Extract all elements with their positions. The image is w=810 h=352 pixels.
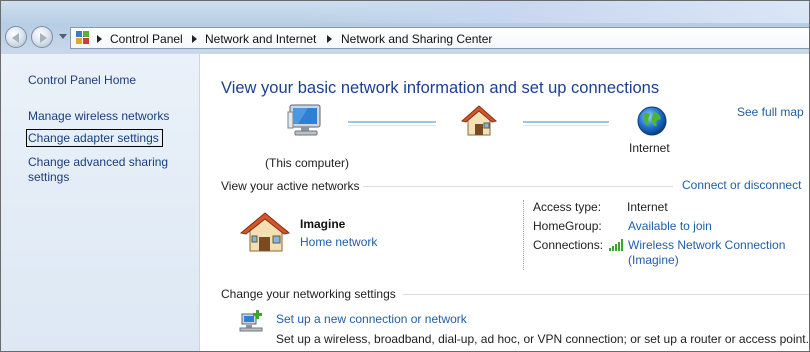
access-type-value: Internet <box>627 200 668 214</box>
recent-pages-dropdown-icon[interactable] <box>59 34 67 39</box>
setup-new-connection-link[interactable]: Set up a new connection or network <box>276 312 467 326</box>
networking-settings-heading: Change your networking settings <box>221 287 396 301</box>
internet-globe-icon[interactable] <box>636 105 668 137</box>
back-arrow-icon <box>12 33 19 43</box>
network-name: Imagine <box>300 217 346 231</box>
address-toolbar: Control Panel Network and Internet Netwo… <box>1 1 809 54</box>
breadcrumb-network-and-sharing-center[interactable]: Network and Sharing Center <box>341 32 492 46</box>
title-bar-glow <box>301 1 809 23</box>
sidebar-item-manage-wireless-networks[interactable]: Manage wireless networks <box>28 108 169 124</box>
breadcrumb-separator-icon[interactable] <box>192 35 197 43</box>
forward-arrow-icon <box>40 33 47 43</box>
sidebar-item-advanced-sharing-settings[interactable]: settings <box>28 169 69 185</box>
home-network-icon[interactable] <box>460 105 498 137</box>
forward-button[interactable] <box>31 26 53 48</box>
breadcrumb-network-and-internet[interactable]: Network and Internet <box>205 32 316 46</box>
page-title: View your basic network information and … <box>221 79 660 97</box>
control-panel-icon <box>76 31 89 44</box>
details-divider <box>523 200 524 270</box>
breadcrumb-separator-icon[interactable] <box>327 35 332 43</box>
sidebar-item-control-panel-home[interactable]: Control Panel Home <box>28 72 136 88</box>
window: Control Panel Network and Internet Netwo… <box>0 0 810 352</box>
home-network-large-icon <box>239 212 291 252</box>
active-networks-heading: View your active networks <box>221 179 360 193</box>
access-type-label: Access type: <box>533 200 602 214</box>
sidebar-item-change-adapter-settings[interactable]: Change adapter settings <box>26 129 163 147</box>
homegroup-available-link[interactable]: Available to join <box>628 219 712 233</box>
map-connection-line <box>348 121 436 126</box>
wireless-signal-icon <box>609 239 623 251</box>
map-connection-line <box>523 121 609 126</box>
connections-label: Connections: <box>533 238 604 252</box>
wireless-connection-ssid-link[interactable]: (Imagine) <box>628 253 679 267</box>
home-network-link[interactable]: Home network <box>300 235 377 249</box>
address-bar[interactable]: Control Panel Network and Internet Netwo… <box>70 27 809 49</box>
back-button[interactable] <box>5 26 27 48</box>
connect-or-disconnect-link[interactable]: Connect or disconnect <box>682 178 801 192</box>
sidebar: Control Panel Home Manage wireless netwo… <box>1 54 200 351</box>
setup-connection-description: Set up a wireless, broadband, dial-up, a… <box>276 332 809 346</box>
breadcrumb-separator-icon[interactable] <box>97 35 102 43</box>
section-divider <box>403 294 809 295</box>
sidebar-item-change-advanced-sharing[interactable]: Change advanced sharing <box>28 154 168 170</box>
main-content: View your basic network information and … <box>200 54 809 351</box>
computer-icon[interactable] <box>287 104 324 138</box>
homegroup-label: HomeGroup: <box>533 219 602 233</box>
section-divider <box>363 186 673 187</box>
internet-label: Internet <box>629 141 670 155</box>
see-full-map-link[interactable]: See full map <box>737 105 804 119</box>
wireless-connection-link[interactable]: Wireless Network Connection <box>628 238 785 252</box>
new-connection-icon <box>239 310 263 332</box>
this-computer-label: (This computer) <box>265 156 350 170</box>
breadcrumb-control-panel[interactable]: Control Panel <box>110 32 183 46</box>
